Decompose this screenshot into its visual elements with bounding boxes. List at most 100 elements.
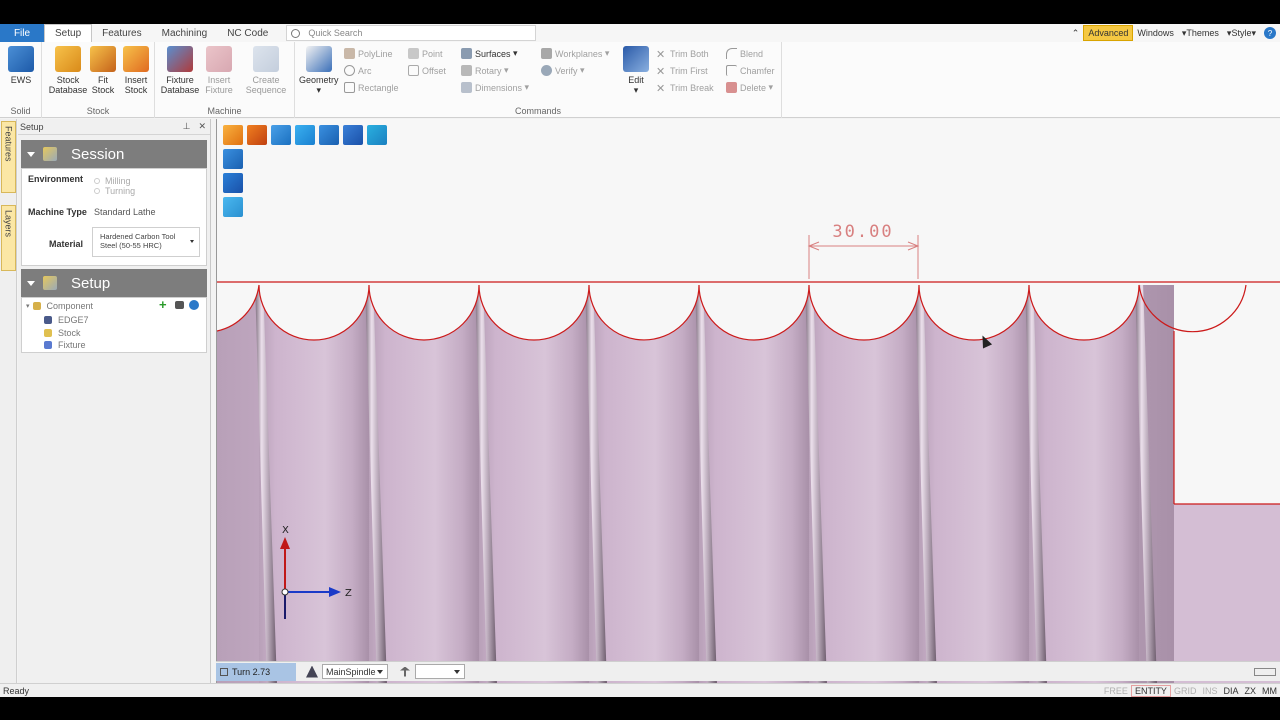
file-menu[interactable]: File [0, 24, 44, 42]
view-front-icon[interactable] [247, 125, 267, 145]
style-menu[interactable]: ▾ Style ▾ [1223, 25, 1260, 41]
axis-x-label: X [282, 525, 289, 536]
insert-fixture-button[interactable]: Insert Fixture [201, 46, 237, 95]
create-sequence-icon [253, 46, 279, 72]
insert-stock-label: Insert Stock [124, 75, 148, 95]
view-cube-shaded-icon[interactable] [223, 197, 243, 217]
workplane-select[interactable] [415, 664, 465, 679]
fit-stock-label: Fit Stock [91, 75, 115, 95]
view-fit-icon[interactable] [367, 125, 387, 145]
view-cube-top-icon[interactable] [223, 149, 243, 169]
material-select[interactable]: Hardened Carbon Tool Steel (50-55 HRC) [92, 227, 200, 257]
scroll-arrows-icon[interactable] [1254, 667, 1276, 676]
tab-machining[interactable]: Machining [152, 24, 218, 42]
graphics-viewport[interactable]: 30.00 X Z [216, 119, 1280, 685]
side-tab-strip: Features Layers [0, 119, 17, 697]
spindle-icon [306, 665, 318, 678]
view-pan-icon[interactable] [295, 125, 315, 145]
windows-menu[interactable]: Windows [1133, 25, 1178, 41]
trim-both-button[interactable]: ✕ Trim Both [656, 46, 709, 62]
rectangle-button[interactable]: Rectangle [344, 80, 399, 95]
status-mm[interactable]: MM [1259, 686, 1280, 696]
tab-setup[interactable]: Setup [44, 24, 93, 42]
tree-item-label: Stock [58, 328, 81, 338]
workplane-icon[interactable] [400, 666, 410, 677]
blend-icon [726, 48, 737, 59]
zoom-icon[interactable] [319, 125, 339, 145]
add-icon[interactable]: + [159, 298, 167, 311]
side-tab-layers[interactable]: Layers [1, 205, 16, 271]
turn-tab[interactable]: Turn 2.73 [216, 662, 296, 681]
workplanes-button[interactable]: Workplanes ▾ [541, 46, 609, 61]
polyline-button[interactable]: PolyLine [344, 46, 393, 61]
collapse-ribbon-icon[interactable]: ⌃ [1068, 25, 1084, 41]
view-list-icon[interactable] [343, 125, 363, 145]
fixture-database-label: Fixture Database [160, 75, 200, 95]
status-entity[interactable]: ENTITY [1130, 685, 1171, 697]
radio-milling[interactable]: Milling [94, 176, 131, 186]
setup-title: Setup [71, 274, 111, 292]
tab-nc-code[interactable]: NC Code [217, 24, 278, 42]
stock-database-button[interactable]: Stock Database [46, 46, 90, 95]
blend-button[interactable]: Blend [726, 46, 763, 61]
dimensions-icon [461, 82, 472, 93]
arc-button[interactable]: Arc [344, 63, 372, 78]
machine-type-label: Machine Type [28, 207, 87, 217]
info-icon[interactable] [189, 300, 199, 310]
status-ins[interactable]: INS [1199, 686, 1220, 696]
machine-icon[interactable] [175, 301, 184, 309]
pin-icon[interactable]: ⊥ [183, 121, 191, 132]
help-icon[interactable]: ? [1264, 27, 1276, 39]
delete-button[interactable]: Delete ▾ [726, 80, 773, 95]
polyline-icon [344, 48, 355, 59]
side-tab-features[interactable]: Features [1, 121, 16, 193]
trim-first-button[interactable]: ✕ Trim First [656, 63, 708, 79]
quick-search-input[interactable]: Quick Search [286, 25, 537, 41]
tree-item-stock[interactable]: Stock [44, 328, 81, 338]
advanced-button[interactable]: Advanced [1083, 25, 1134, 41]
status-zx[interactable]: ZX [1241, 686, 1259, 696]
status-dia[interactable]: DIA [1220, 686, 1241, 696]
rotary-icon [461, 65, 472, 76]
themes-menu[interactable]: ▾ Themes [1178, 25, 1223, 41]
create-sequence-label: Create Sequence [245, 75, 287, 95]
view-cube-side-icon[interactable] [223, 173, 243, 193]
point-button[interactable]: Point [408, 46, 443, 61]
environment-label: Environment [28, 174, 84, 184]
insert-stock-button[interactable]: Insert Stock [120, 46, 152, 95]
create-sequence-button[interactable]: Create Sequence [243, 46, 289, 95]
view-isometric-icon[interactable] [223, 125, 243, 145]
tree-item-fixture[interactable]: Fixture [44, 340, 86, 350]
geometry-button[interactable]: Geometry ▾ [299, 46, 339, 95]
workplanes-icon [541, 48, 552, 59]
tree-item-edge7[interactable]: EDGE7 [44, 315, 89, 325]
tab-features[interactable]: Features [92, 24, 151, 42]
setup-header[interactable]: Setup [21, 269, 207, 297]
tree-item-label: Fixture [58, 340, 86, 350]
tree-component[interactable]: ▾ Component [26, 301, 93, 311]
verify-button[interactable]: Verify ▾ [541, 63, 585, 78]
fit-stock-button[interactable]: Fit Stock [90, 46, 116, 95]
status-grid[interactable]: GRID [1171, 686, 1200, 696]
rotary-button[interactable]: Rotary ▾ [461, 63, 509, 78]
close-icon[interactable]: ✕ [198, 121, 206, 132]
chamfer-button[interactable]: Chamfer [726, 63, 775, 78]
spindle-select[interactable]: MainSpindle [322, 664, 388, 679]
trim-break-button[interactable]: ✕ Trim Break [656, 80, 714, 96]
insert-stock-icon [123, 46, 149, 72]
fixture-database-button[interactable]: Fixture Database [159, 46, 201, 95]
surfaces-button[interactable]: Surfaces ▾ [461, 46, 518, 61]
radio-turning[interactable]: Turning [94, 186, 135, 196]
ews-icon [8, 46, 34, 72]
chamfer-label: Chamfer [740, 65, 775, 76]
edit-button[interactable]: Edit ▾ [623, 46, 649, 95]
session-header[interactable]: Session [21, 140, 207, 168]
status-free[interactable]: FREE [1101, 686, 1131, 696]
offset-button[interactable]: Offset [408, 63, 446, 78]
edit-label: Edit [628, 75, 644, 85]
panel-title-bar: Setup ⊥ ✕ [18, 119, 210, 135]
view-layout-icon[interactable] [271, 125, 291, 145]
ews-button[interactable]: EWS [8, 46, 34, 85]
dimensions-button[interactable]: Dimensions ▾ [461, 80, 529, 95]
collapse-triangle-icon [27, 151, 35, 157]
